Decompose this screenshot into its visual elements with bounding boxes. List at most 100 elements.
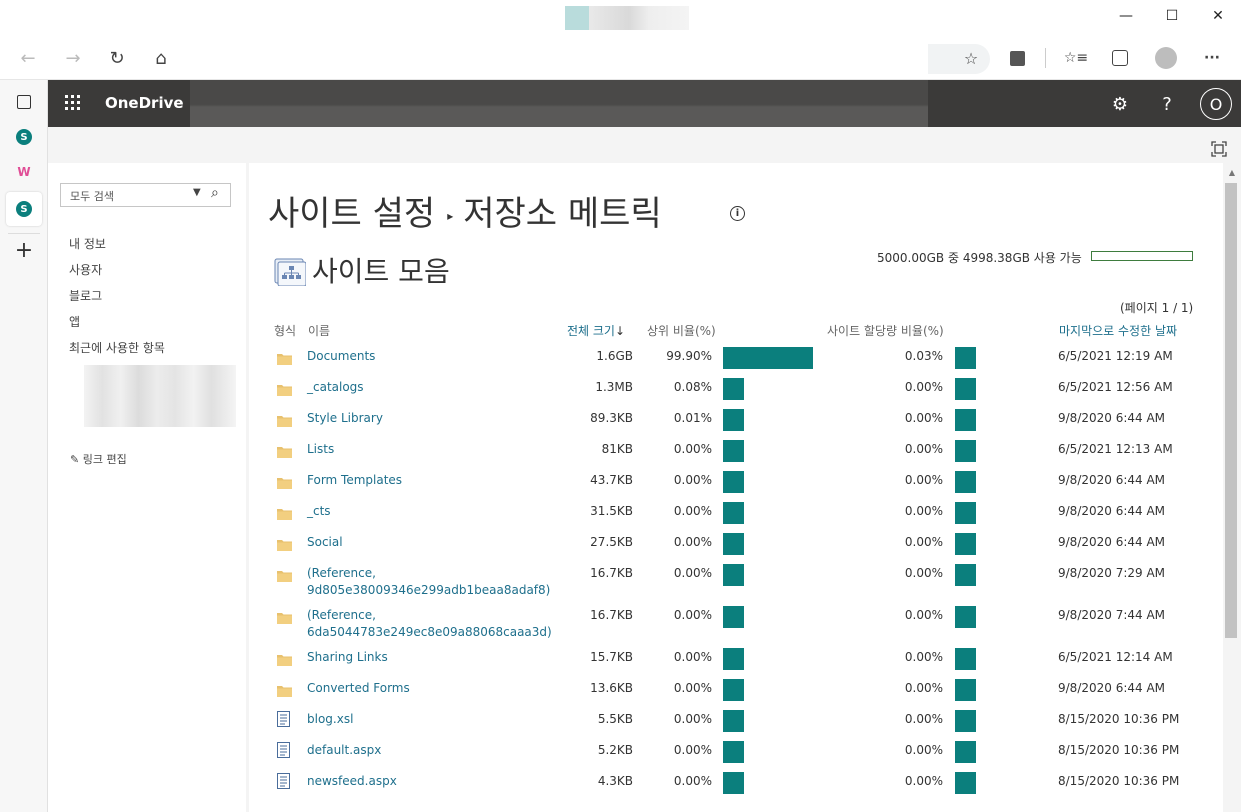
item-modified-date: 9/8/2020 7:44 AM bbox=[1058, 608, 1166, 622]
item-name-link[interactable]: (Reference, bbox=[307, 566, 376, 580]
item-name-link[interactable]: Style Library bbox=[307, 411, 383, 425]
collection-title: 사이트 모음 bbox=[312, 255, 450, 288]
quota-percent-bar bbox=[955, 378, 976, 400]
forward-icon[interactable]: → bbox=[59, 44, 87, 72]
item-name-link[interactable]: default.aspx bbox=[307, 743, 381, 757]
item-name-link[interactable]: blog.xsl bbox=[307, 712, 353, 726]
parent-percent-bar bbox=[723, 710, 744, 732]
folder-icon bbox=[277, 651, 292, 666]
minimize-icon[interactable]: — bbox=[1103, 0, 1149, 32]
parent-percent-bar bbox=[723, 440, 744, 462]
item-modified-date: 6/5/2021 12:56 AM bbox=[1058, 380, 1173, 394]
item-name-link-line2[interactable]: 6da5044783e249ec8e09a88068caaa3d) bbox=[307, 625, 552, 639]
item-size: 31.5KB bbox=[590, 504, 633, 518]
sharepoint-active-tab-icon[interactable]: S bbox=[10, 195, 38, 223]
item-parent-percent: 0.00% bbox=[673, 774, 712, 788]
item-size: 13.6KB bbox=[590, 681, 633, 695]
quota-progress-bar bbox=[1091, 251, 1193, 261]
item-name-link[interactable]: Form Templates bbox=[307, 473, 402, 487]
parent-percent-bar bbox=[723, 741, 744, 763]
new-tab-icon[interactable]: + bbox=[10, 236, 38, 264]
header-last-modified[interactable]: 마지막으로 수정한 날짜 bbox=[1059, 322, 1177, 339]
folder-icon bbox=[277, 381, 292, 396]
brand-name[interactable]: OneDrive bbox=[105, 94, 184, 112]
breadcrumb-site-settings[interactable]: 사이트 설정 bbox=[268, 194, 435, 234]
search-icon[interactable]: ⌕ bbox=[211, 185, 219, 201]
item-name-link-line2[interactable]: 9d805e38009346e299adb1beaa8adaf8) bbox=[307, 583, 550, 597]
search-box[interactable]: 모두 검색 ▼ ⌕ bbox=[60, 183, 231, 207]
collections-icon[interactable] bbox=[1112, 50, 1128, 66]
item-name-link[interactable]: Social bbox=[307, 535, 343, 549]
parent-percent-bar bbox=[723, 471, 744, 493]
file-icon bbox=[277, 711, 292, 727]
item-name-link[interactable]: Sharing Links bbox=[307, 650, 388, 664]
item-size: 15.7KB bbox=[590, 650, 633, 664]
quota-percent-bar bbox=[955, 648, 976, 670]
item-quota-percent: 0.00% bbox=[904, 681, 943, 695]
settings-gear-icon[interactable]: ⚙ bbox=[1105, 90, 1135, 118]
item-name-link[interactable]: Converted Forms bbox=[307, 681, 410, 695]
blurred-region bbox=[190, 80, 928, 129]
item-parent-percent: 0.00% bbox=[673, 473, 712, 487]
info-icon[interactable]: i bbox=[730, 206, 745, 221]
item-name-link[interactable]: _cts bbox=[307, 504, 331, 518]
item-quota-percent: 0.00% bbox=[904, 411, 943, 425]
item-name-link[interactable]: Lists bbox=[307, 442, 334, 456]
folder-icon bbox=[277, 443, 292, 458]
favorites-list-icon[interactable]: ☆≡ bbox=[1062, 44, 1090, 72]
parent-percent-bar bbox=[723, 772, 744, 794]
help-icon[interactable]: ? bbox=[1152, 90, 1182, 118]
nav-item-apps[interactable]: 앱 bbox=[69, 313, 80, 330]
item-name-link[interactable]: newsfeed.aspx bbox=[307, 774, 397, 788]
parent-percent-bar bbox=[723, 564, 744, 586]
header-name: 이름 bbox=[308, 324, 331, 338]
scrollbar-thumb[interactable] bbox=[1225, 183, 1237, 638]
add-favorite-icon[interactable]: ☆ bbox=[957, 44, 985, 72]
folder-icon bbox=[277, 350, 292, 365]
refresh-icon[interactable]: ↻ bbox=[103, 44, 131, 72]
blurred-tab bbox=[565, 6, 589, 30]
item-size: 27.5KB bbox=[590, 535, 633, 549]
webpage-tab-icon[interactable]: W bbox=[10, 158, 38, 186]
item-modified-date: 9/8/2020 6:44 AM bbox=[1058, 411, 1166, 425]
nav-item-profile[interactable]: 내 정보 bbox=[69, 235, 106, 252]
quota-percent-bar bbox=[955, 347, 976, 369]
home-icon[interactable]: ⌂ bbox=[147, 44, 175, 72]
nav-item-blog[interactable]: 블로그 bbox=[69, 287, 102, 304]
item-parent-percent: 0.00% bbox=[673, 712, 712, 726]
focus-mode-icon[interactable] bbox=[1208, 138, 1230, 160]
settings-menu-icon[interactable]: ··· bbox=[1198, 44, 1226, 72]
header-total-size[interactable]: 전체 크기↓ bbox=[567, 322, 625, 339]
quota-percent-bar bbox=[955, 471, 976, 493]
maximize-icon[interactable]: ☐ bbox=[1149, 0, 1195, 32]
back-icon[interactable]: ← bbox=[14, 44, 42, 72]
item-size: 89.3KB bbox=[590, 411, 633, 425]
breadcrumb-separator-icon: ▸ bbox=[447, 208, 454, 223]
app-launcher-icon[interactable] bbox=[62, 92, 84, 114]
search-scope-dropdown-icon[interactable]: ▼ bbox=[193, 187, 201, 198]
folder-icon bbox=[277, 536, 292, 551]
toolbar-divider bbox=[1045, 48, 1046, 68]
item-name-link[interactable]: Documents bbox=[307, 349, 375, 363]
item-modified-date: 8/15/2020 10:36 PM bbox=[1058, 774, 1180, 788]
edit-links-button[interactable]: ✎ 링크 편집 bbox=[70, 451, 127, 467]
item-name-link[interactable]: _catalogs bbox=[307, 380, 364, 394]
extension-icon[interactable] bbox=[1010, 51, 1025, 66]
nav-item-people[interactable]: 사용자 bbox=[69, 261, 102, 278]
sharepoint-tab-icon[interactable]: S bbox=[10, 123, 38, 151]
avatar[interactable]: O bbox=[1200, 88, 1232, 120]
close-icon[interactable]: ✕ bbox=[1195, 0, 1241, 32]
item-size: 5.5KB bbox=[597, 712, 633, 726]
item-modified-date: 6/5/2021 12:14 AM bbox=[1058, 650, 1173, 664]
scroll-up-icon[interactable]: ▲ bbox=[1223, 165, 1241, 179]
item-parent-percent: 0.00% bbox=[673, 650, 712, 664]
search-input[interactable]: 모두 검색 bbox=[70, 188, 114, 204]
parent-percent-bar bbox=[723, 679, 744, 701]
item-modified-date: 8/15/2020 10:36 PM bbox=[1058, 712, 1180, 726]
item-name-link[interactable]: (Reference, bbox=[307, 608, 376, 622]
parent-percent-bar bbox=[723, 533, 744, 555]
profile-icon[interactable] bbox=[1155, 47, 1177, 69]
nav-item-recent[interactable]: 최근에 사용한 항목 bbox=[69, 339, 165, 356]
tab-actions-icon[interactable] bbox=[17, 95, 31, 109]
folder-icon bbox=[277, 609, 292, 624]
